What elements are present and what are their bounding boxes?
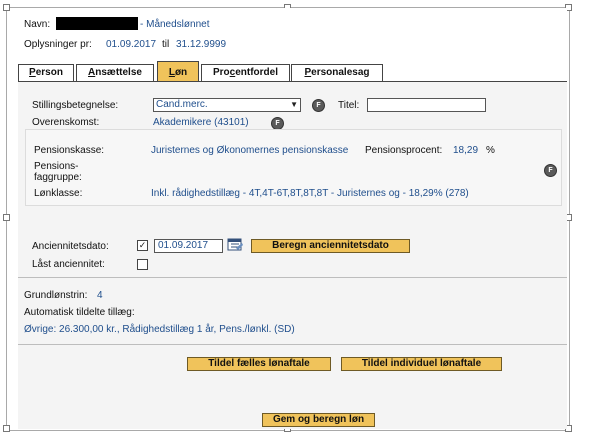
tab-ansaettelse[interactable]: Ansættelse (76, 64, 154, 81)
resize-handle-tl[interactable] (3, 4, 10, 11)
laast-anciennitet-checkbox[interactable] (137, 259, 148, 270)
lonklasse-value: Inkl. rådighedstillæg - 4T,4T-6T,8T,8T,8… (151, 188, 469, 199)
divider (18, 344, 567, 345)
pensionskasse-label: Pensionskasse: (34, 145, 105, 156)
tab-label: Personalesag (304, 67, 370, 78)
pensionsprocent-unit: % (486, 145, 495, 156)
faggruppe-label-2: faggruppe: (34, 172, 82, 183)
tab-label: Ansættelse (88, 67, 142, 78)
titel-label: Titel: (338, 100, 360, 111)
pension-group: Pensionskasse: Juristernes og Økonomerne… (25, 129, 562, 206)
stilling-select[interactable]: Cand.merc. ▼ (153, 98, 301, 112)
grundlonstrin-label: Grundlønstrin: (24, 290, 88, 301)
tab-label: Person (29, 67, 63, 78)
resize-handle-l[interactable] (3, 214, 10, 221)
pensionsprocent-label: Pensionsprocent: (365, 145, 443, 156)
oplysninger-label: Oplysninger pr: (24, 39, 92, 50)
period-from: 01.09.2017 (106, 39, 157, 50)
tab-personalesag[interactable]: Personalesag (291, 64, 383, 81)
tab-label: Løn (168, 67, 188, 78)
overenskomst-label: Overenskomst: (32, 117, 100, 128)
stilling-value: Cand.merc. (156, 99, 208, 110)
gem-beregn-button[interactable]: Gem og beregn løn (262, 413, 375, 427)
period-to: 31.12.9999 (176, 39, 227, 50)
pensionskasse-value: Juristernes og Økonomernes pensionskasse (151, 145, 349, 156)
tab-person[interactable]: Person (18, 64, 74, 81)
employment-type: - Månedslønnet (140, 19, 210, 30)
tab-label: Procentfordel (212, 67, 278, 78)
period-sep: til (162, 39, 170, 50)
f-lookup-icon[interactable]: F (544, 164, 557, 177)
tillaeg-label: Automatisk tildelte tillæg: (24, 307, 135, 318)
grundlonstrin-value: 4 (97, 290, 103, 301)
chevron-down-icon: ▼ (290, 100, 298, 109)
lon-content: Stillingsbetegnelse: Cand.merc. ▼ F Tite… (18, 82, 567, 429)
overenskomst-value[interactable]: Akademikere (43101) (153, 117, 249, 128)
tildel-individuel-button[interactable]: Tildel individuel lønaftale (341, 357, 502, 371)
titel-input[interactable] (367, 98, 486, 112)
navn-label: Navn: (24, 19, 51, 30)
calendar-icon[interactable] (227, 237, 243, 251)
laast-anciennitet-label: Låst anciennitet: (32, 259, 105, 270)
tillaeg-value: Øvrige: 26.300,00 kr., Rådighedstillæg 1… (24, 324, 295, 335)
anciennitet-date-input[interactable]: 01.09.2017 (154, 239, 223, 253)
faggruppe-label-1: Pensions- (34, 161, 79, 172)
tab-lon[interactable]: Løn (157, 61, 199, 81)
tildel-faelles-button[interactable]: Tildel fælles lønaftale (187, 357, 331, 371)
pensionsprocent-value: 18,29 (453, 145, 479, 156)
anciennitet-checkbox[interactable]: ✓ (137, 240, 148, 251)
redacted-name (56, 17, 138, 30)
resize-handle-bl[interactable] (3, 425, 10, 432)
f-lookup-icon[interactable]: F (312, 99, 325, 112)
stilling-label: Stillingsbetegnelse: (32, 100, 119, 111)
divider (18, 277, 567, 278)
employee-panel: Navn: - Månedslønnet Oplysninger pr: 01.… (18, 8, 567, 429)
lonklasse-label: Lønklasse: (34, 188, 83, 199)
anciennitet-label: Anciennitetsdato: (32, 241, 109, 252)
tab-procentfordel[interactable]: Procentfordel (201, 64, 290, 81)
beregn-anciennitet-button[interactable]: Beregn anciennitetsdato (251, 239, 410, 253)
